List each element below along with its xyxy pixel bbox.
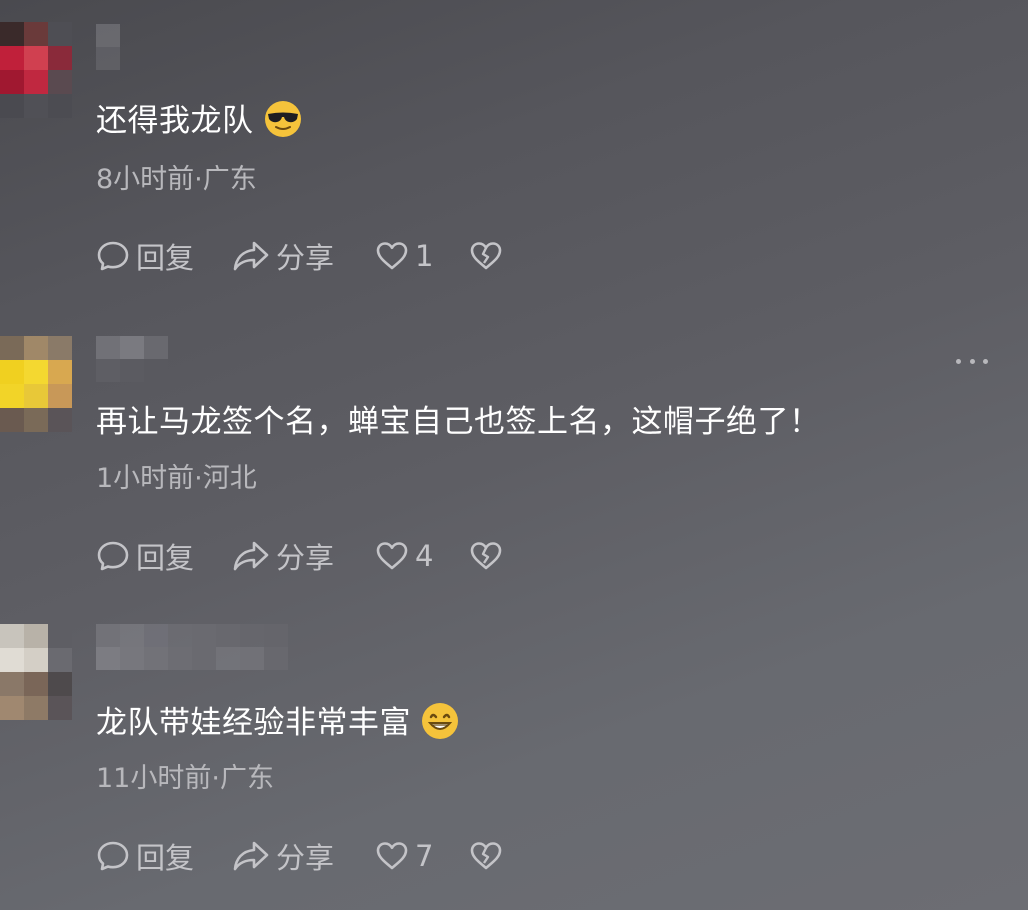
comment-meta: 8小时前·广东 (96, 164, 257, 195)
grinning-emoji (422, 703, 458, 739)
broken-heart-icon (470, 842, 502, 870)
dislike-button[interactable] (469, 539, 503, 573)
comment-meta: 1小时前·河北 (96, 463, 257, 494)
like-button[interactable]: 1 (375, 239, 469, 273)
comment-actions: 回复 分享 7 (96, 836, 503, 876)
comment-actions: 回复 分享 1 (96, 236, 503, 276)
reply-button[interactable]: 回复 (96, 535, 232, 577)
comment-item: 还得我龙队 8小时前·广东 回复 分享 1 (0, 0, 1028, 300)
comment-actions: 回复 分享 4 (96, 536, 503, 576)
heart-icon (376, 242, 408, 270)
broken-heart-icon (470, 242, 502, 270)
avatar[interactable] (0, 336, 72, 432)
share-button[interactable]: 分享 (232, 835, 375, 877)
dislike-button[interactable] (469, 839, 503, 873)
share-arrow-icon (233, 241, 269, 271)
speech-bubble-icon (97, 541, 129, 571)
username[interactable] (96, 24, 1028, 70)
reply-button[interactable]: 回复 (96, 835, 232, 877)
like-button[interactable]: 4 (375, 539, 469, 573)
sunglasses-emoji (264, 101, 301, 137)
like-count: 1 (415, 239, 434, 273)
share-arrow-icon (233, 841, 269, 871)
comment-text: 再让马龙签个名，蝉宝自己也签上名，这帽子绝了！ (96, 404, 821, 440)
username[interactable] (96, 336, 1028, 382)
comment-item: 再让马龙签个名，蝉宝自己也签上名，这帽子绝了！ 1小时前·河北 回复 分享 4 (0, 300, 1028, 600)
avatar[interactable] (0, 22, 72, 118)
comment-text: 龙队带娃经验非常丰富 (96, 702, 459, 743)
share-button[interactable]: 分享 (232, 235, 375, 277)
avatar[interactable] (0, 624, 72, 720)
like-count: 4 (415, 539, 434, 573)
like-count: 7 (415, 839, 434, 873)
like-button[interactable]: 7 (375, 839, 469, 873)
share-button[interactable]: 分享 (232, 535, 375, 577)
more-dots-icon[interactable] (956, 353, 988, 369)
comment-text: 还得我龙队 (96, 100, 302, 141)
broken-heart-icon (470, 542, 502, 570)
speech-bubble-icon (97, 241, 129, 271)
heart-icon (376, 842, 408, 870)
username[interactable] (96, 624, 1028, 670)
share-arrow-icon (233, 541, 269, 571)
dislike-button[interactable] (469, 239, 503, 273)
comment-meta: 11小时前·广东 (96, 763, 274, 794)
speech-bubble-icon (97, 841, 129, 871)
reply-button[interactable]: 回复 (96, 235, 232, 277)
heart-icon (376, 542, 408, 570)
comment-item: 龙队带娃经验非常丰富 11小时前·广东 回复 分享 7 (0, 600, 1028, 910)
